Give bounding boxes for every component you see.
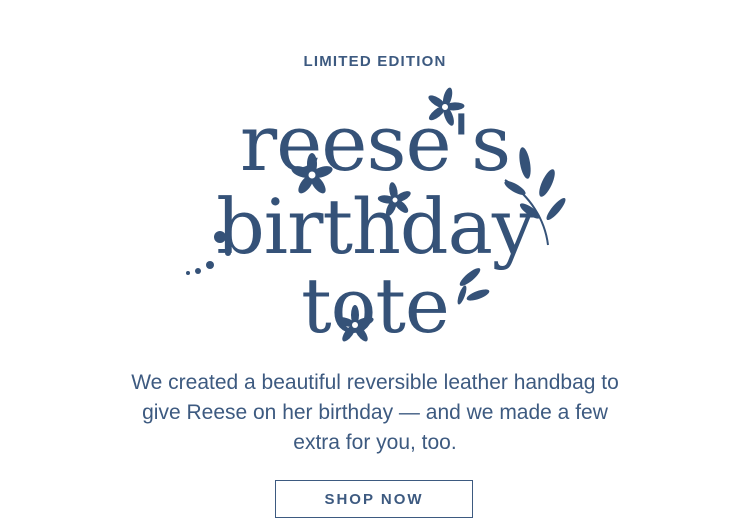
- leaf-sprig-icon: [504, 147, 566, 246]
- flower-icon: [336, 305, 374, 342]
- hero-lettering: reese's birthday tote: [0, 85, 750, 360]
- flower-icon: [291, 153, 333, 194]
- dot-accent: [186, 231, 231, 275]
- eyebrow-label: LIMITED EDITION: [303, 53, 447, 70]
- flower-icon: [377, 182, 411, 217]
- shop-now-button[interactable]: SHOP NOW: [275, 480, 473, 518]
- promo-banner: LIMITED EDITION reese's birthday tote We…: [0, 0, 750, 520]
- floral-decoration: [186, 87, 566, 342]
- body-copy: We created a beautiful reversible leathe…: [131, 371, 619, 454]
- flower-icon: [428, 87, 465, 126]
- leaf-sprig-icon: [457, 268, 490, 305]
